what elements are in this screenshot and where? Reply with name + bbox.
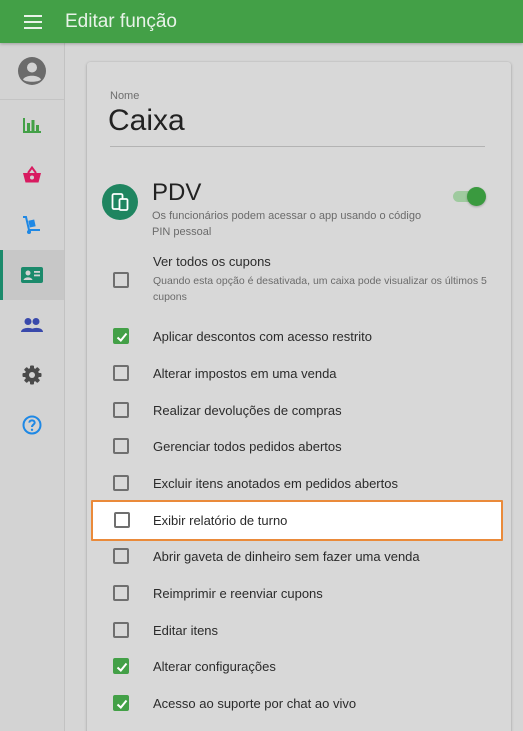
permission-checkbox[interactable] [113,475,129,491]
permission-label: Alterar impostos em uma venda [153,366,337,381]
checkmark-icon [116,332,128,342]
sidebar-item-settings[interactable] [0,350,64,400]
permission-checkbox[interactable] [113,365,129,381]
permission-label: Alterar configurações [153,659,276,674]
checkmark-icon [116,699,128,709]
help-icon [22,415,42,435]
page-title: Editar função [65,10,177,32]
pdv-icon-circle [102,184,138,220]
permission-checkbox[interactable] [114,512,130,528]
devices-icon [111,193,129,211]
role-edit-card: Nome Caixa PDV Os funcionários podem ace… [87,62,511,731]
permission-label: Acesso ao suporte por chat ao vivo [153,696,357,711]
permission-checkbox[interactable] [113,328,129,344]
permission-description: Quando esta opção é desativada, um caixa… [153,275,487,303]
toggle-knob [467,187,486,206]
sidebar-item-customers[interactable] [0,300,64,350]
highlighted-permission-row[interactable]: Exibir relatório de turno [91,500,503,541]
menu-button[interactable] [0,0,65,43]
name-field-underline [110,146,485,147]
permission-checkbox[interactable] [113,438,129,454]
sidebar [0,43,65,731]
permission-checkbox[interactable] [113,272,129,288]
people-icon [21,318,43,332]
pdv-description: Os funcionários podem acessar o app usan… [152,210,422,238]
hamburger-icon [23,14,42,29]
pdv-toggle[interactable] [452,186,486,206]
permission-checkbox[interactable] [113,402,129,418]
permission-checkbox[interactable] [113,622,129,638]
name-field-label: Nome [110,90,140,102]
pdv-title: PDV [152,179,202,206]
bar-chart-icon [23,118,41,133]
permission-checkbox[interactable] [113,585,129,601]
permission-label: Realizar devoluções de compras [153,403,342,418]
name-field[interactable]: Caixa [108,104,185,138]
permission-checkbox[interactable] [113,548,129,564]
sidebar-item-employees[interactable] [0,250,64,300]
badge-icon [21,267,43,283]
checkmark-icon [116,662,128,672]
sidebar-item-help[interactable] [0,400,64,450]
permission-label: Exibir relatório de turno [153,513,288,528]
permission-label: Editar itens [153,623,219,638]
permission-checkbox[interactable] [113,658,129,674]
permission-label: Aplicar descontos com acesso restrito [153,329,372,344]
permission-label: Ver todos os cupons [153,254,271,269]
sidebar-item-sales[interactable] [0,150,64,200]
dolly-icon [23,216,40,234]
sidebar-item-reports[interactable] [0,100,64,150]
app-bar: Editar função [0,0,523,43]
basket-icon [23,166,41,183]
gear-icon [22,365,42,385]
account-circle-icon [18,57,46,85]
permission-checkbox[interactable] [113,695,129,711]
permission-label: Gerenciar todos pedidos abertos [153,439,342,454]
permission-label: Abrir gaveta de dinheiro sem fazer uma v… [153,549,420,564]
permission-label: Excluir itens anotados em pedidos aberto… [153,476,398,491]
sidebar-item-inventory[interactable] [0,200,64,250]
avatar[interactable] [0,43,64,100]
permission-label: Reimprimir e reenviar cupons [153,586,323,601]
